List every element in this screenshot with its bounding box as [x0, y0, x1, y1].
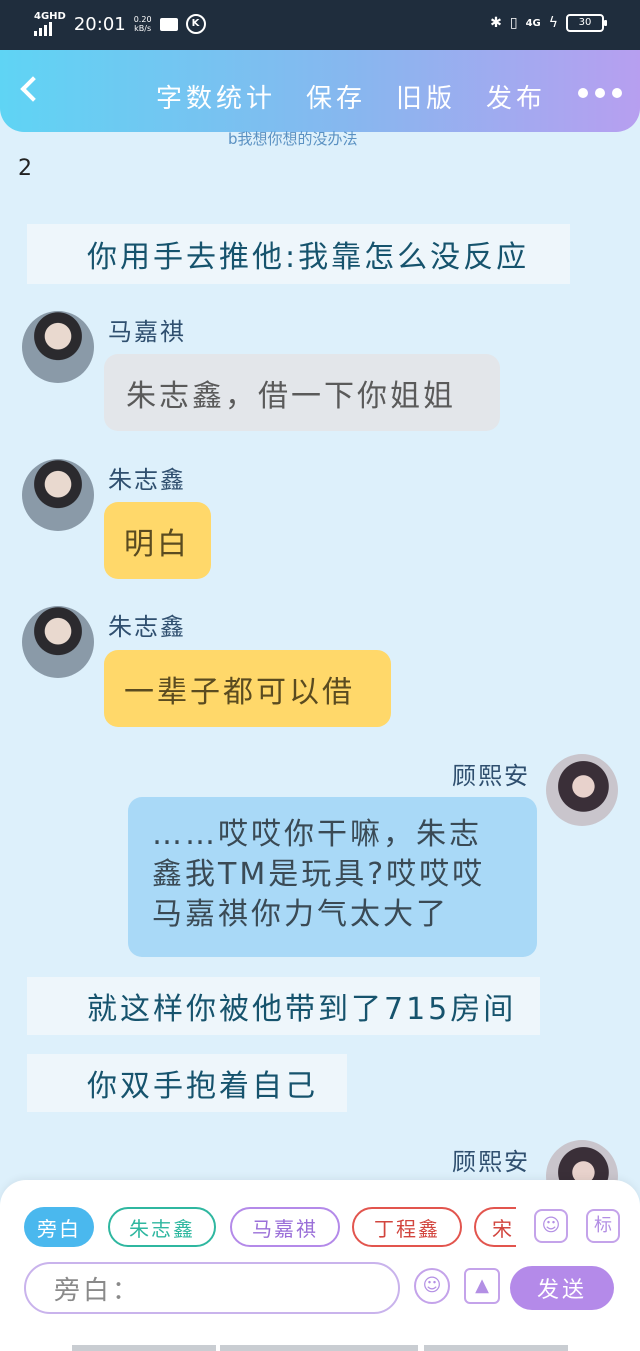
more-options-icon[interactable] [578, 88, 622, 98]
mail-icon [159, 17, 178, 31]
avatar-zhu-zhixin[interactable] [22, 459, 94, 531]
speed-unit: kB/s [134, 24, 152, 33]
character-chip[interactable]: 朱志鑫 [108, 1207, 216, 1247]
bubble-line: 鑫我TM是玩具?哎哎哎 [152, 857, 486, 892]
status-bar: 4GHD 20:01 0.20 kB/s K ✱ ▯ 4G ϟ 30 [0, 0, 640, 50]
vibrate-icon: ▯ [509, 15, 518, 31]
bluetooth-icon: ✱ [490, 15, 502, 31]
status-left: 4GHD 20:01 0.20 kB/s K [34, 12, 206, 36]
signal-bars-icon [34, 22, 66, 36]
character-chip[interactable]: 丁程鑫 [352, 1207, 462, 1247]
status-right: ✱ ▯ 4G ϟ 30 [490, 14, 607, 32]
speed-value: 0.20 [133, 15, 152, 24]
nav-handle-center [220, 1345, 418, 1351]
message-input[interactable]: 旁白： [24, 1262, 400, 1314]
avatar-zhu-zhixin[interactable] [22, 606, 94, 678]
chat-bubble[interactable]: ……哎哎你干嘛，朱志 鑫我TM是玩具?哎哎哎 马嘉祺你力气太大了 [128, 797, 537, 957]
network-indicator: 4GHD [34, 12, 66, 36]
narration-line[interactable]: 就这样你被他带到了715房间 [27, 977, 540, 1035]
bubble-line: ……哎哎你干嘛，朱志 [152, 817, 482, 852]
battery-indicator: 30 [566, 14, 607, 32]
k-app-icon: K [185, 14, 206, 34]
character-chip[interactable]: 宋 [474, 1207, 516, 1247]
send-button[interactable]: 发送 [510, 1266, 614, 1310]
signal-label: 4G [525, 17, 541, 29]
speaker-name: 顾熙安 [452, 762, 530, 790]
back-arrow-icon[interactable] [20, 76, 46, 102]
character-chip-narrator[interactable]: 旁白 [24, 1207, 94, 1247]
speaker-name: 马嘉祺 [108, 318, 186, 346]
clock: 20:01 [73, 13, 126, 35]
bubble-line: 马嘉祺你力气太大了 [152, 897, 449, 932]
speaker-name: 顾熙安 [452, 1148, 530, 1176]
avatar-ma-jiaqi[interactable] [22, 311, 94, 383]
character-chip[interactable]: 马嘉祺 [230, 1207, 340, 1247]
publish-button[interactable]: 发布 [486, 78, 546, 115]
wink-emoji-icon[interactable]: ☺ [414, 1268, 450, 1304]
nav-handle-left [72, 1345, 216, 1351]
word-count-button[interactable]: 字数统计 [156, 78, 276, 115]
avatar-gu-xian[interactable] [546, 754, 618, 826]
narration-line[interactable]: 你用手去推他:我靠怎么没反应 [27, 224, 570, 284]
old-version-button[interactable]: 旧版 [396, 78, 456, 115]
image-icon[interactable]: ▲ [464, 1268, 500, 1304]
charging-icon: ϟ [548, 15, 558, 31]
narration-line[interactable]: 你双手抱着自己 [27, 1054, 347, 1112]
person-card-icon[interactable]: ☺ [534, 1209, 568, 1243]
header-peek-text: b我想你想的没办法 [228, 130, 358, 148]
chat-bubble[interactable]: 明白 [104, 502, 211, 579]
network-speed: 0.20 kB/s [134, 15, 152, 33]
page-number: 2 [18, 156, 32, 181]
editor-header: 字数统计 保存 旧版 发布 [0, 50, 640, 132]
chat-bubble[interactable]: 一辈子都可以借 [104, 650, 391, 727]
nav-handle-right [424, 1345, 568, 1351]
tag-button[interactable]: 标 [586, 1209, 620, 1243]
chat-bubble[interactable]: 朱志鑫，借一下你姐姐 [104, 354, 500, 431]
save-button[interactable]: 保存 [306, 78, 366, 115]
speaker-name: 朱志鑫 [108, 613, 186, 641]
network-type: 4GHD [34, 11, 66, 22]
speaker-name: 朱志鑫 [108, 466, 186, 494]
